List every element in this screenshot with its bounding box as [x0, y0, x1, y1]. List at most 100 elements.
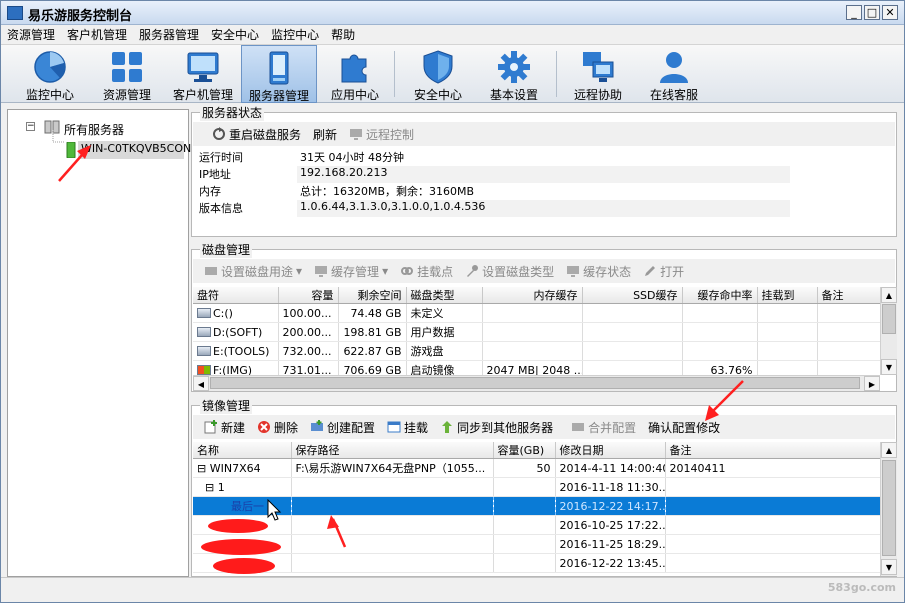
col-mem-cache[interactable]: 内存缓存 — [482, 287, 583, 304]
minimize-button[interactable]: _ — [846, 5, 862, 20]
col-note[interactable]: 备注 — [817, 287, 880, 304]
toolbar-resource-button[interactable]: 资源管理 — [89, 45, 165, 103]
remote-control-button[interactable]: 远程控制 — [344, 126, 419, 143]
disk-table-vscroll[interactable]: ▲ ▼ — [880, 287, 897, 375]
col-name[interactable]: 名称 — [193, 442, 292, 459]
col-modified-date[interactable]: 修改日期 — [555, 442, 666, 459]
drive-icon — [197, 326, 211, 337]
menu-bar: 资源管理 客户机管理 服务器管理 安全中心 监控中心 帮助 — [1, 25, 904, 45]
set-disk-usage-button[interactable]: 设置磁盘用途 ▾ — [199, 263, 307, 280]
menu-resource[interactable]: 资源管理 — [1, 26, 61, 43]
cache-status-button[interactable]: 缓存状态 — [561, 263, 636, 280]
server-status-title: 服务器状态 — [200, 104, 265, 121]
scroll-thumb[interactable] — [882, 460, 896, 556]
main-toolbar: 监控中心 资源管理 客户机管理 服务器管理 应用中心 安全中心 基本设置 远程协… — [1, 45, 904, 103]
toolbar-monitor-button[interactable]: 监控中心 — [11, 45, 89, 103]
menu-help[interactable]: 帮助 — [325, 26, 361, 43]
sync-to-servers-button[interactable]: 同步到其他服务器 — [435, 419, 558, 436]
merge-config-button[interactable]: 合并配置 — [566, 419, 641, 436]
remote-screen-icon — [583, 52, 614, 82]
mount-point-button[interactable]: 挂载点 — [395, 263, 458, 280]
maximize-button[interactable]: □ — [864, 5, 880, 20]
set-disk-type-button[interactable]: 设置磁盘类型 — [460, 263, 559, 280]
table-row[interactable]: C:() 100.00... 74.48 GB 未定义 — [193, 303, 880, 323]
disk-toolbar: 设置磁盘用途 ▾ 缓存管理 ▾ 挂载点 设置磁盘类型 缓存状态 打开 — [193, 259, 895, 283]
tree-expand-toggle[interactable]: ⊟ — [197, 462, 206, 475]
title-bar: 易乐游服务控制台 _ □ ✕ — [1, 1, 904, 25]
link-icon — [401, 267, 414, 275]
tree-root-label[interactable]: 所有服务器 — [64, 121, 124, 138]
disk-table-viewport: 盘符 容量 剩余空间 磁盘类型 内存缓存 SSD缓存 缓存命中率 挂载到 备注 … — [193, 287, 880, 375]
col-disk-type[interactable]: 磁盘类型 — [406, 287, 483, 304]
table-row[interactable]: ⊟ 1 2016-11-18 11:30... — [193, 477, 880, 497]
table-row[interactable]: ⊟ WIN7X64 F:\易乐游WIN7X64无盘PNP（1055... 50 … — [193, 458, 880, 478]
cache-management-button[interactable]: 缓存管理 ▾ — [309, 263, 393, 280]
col-capacity[interactable]: 容量 — [278, 287, 339, 304]
scroll-up-arrow[interactable]: ▲ — [881, 442, 897, 458]
menu-server[interactable]: 服务器管理 — [133, 26, 205, 43]
app-icon — [7, 6, 23, 20]
col-hit-rate[interactable]: 缓存命中率 — [682, 287, 758, 304]
toolbar-server-button[interactable]: 服务器管理 — [241, 45, 317, 103]
col-save-path[interactable]: 保存路径 — [291, 442, 494, 459]
scroll-up-arrow[interactable]: ▲ — [881, 287, 897, 303]
image-table-vscroll[interactable]: ▲ ▼ — [880, 442, 897, 576]
toolbar-remote-button[interactable]: 远程协助 — [561, 45, 635, 103]
scroll-down-arrow[interactable]: ▼ — [881, 559, 897, 575]
scroll-left-arrow[interactable]: ◀ — [193, 376, 209, 391]
table-row[interactable]: D:(SOFT) 200.00... 198.81 GB 用户数据 — [193, 322, 880, 342]
open-button[interactable]: 打开 — [638, 263, 689, 280]
toolbar-support-button[interactable]: 在线客服 — [637, 45, 711, 103]
redaction-mark — [213, 558, 275, 574]
tree-node-server[interactable]: WIN-C0TKQVB5CON — [78, 141, 191, 159]
delete-button[interactable]: 删除 — [252, 419, 303, 436]
menu-monitor[interactable]: 监控中心 — [265, 26, 325, 43]
scroll-down-arrow[interactable]: ▼ — [881, 359, 897, 375]
create-config-button[interactable]: 创建配置 — [305, 419, 380, 436]
mount-button[interactable]: 挂载 — [382, 419, 433, 436]
tree-expand-toggle[interactable]: ⊟ — [205, 481, 214, 494]
status-row-ip: IP地址 192.168.20.213 — [197, 166, 790, 183]
menu-security[interactable]: 安全中心 — [205, 26, 265, 43]
watermark-text: 583go.com — [827, 581, 896, 594]
grid-icon — [112, 52, 142, 82]
delete-icon — [258, 421, 271, 433]
table-row[interactable]: 2016-12-22 13:45... — [193, 553, 880, 573]
col-mount-to[interactable]: 挂载到 — [757, 287, 818, 304]
table-row[interactable]: F:(IMG) 731.01... 706.69 GB 启动镜像 2047 MB| … — [193, 360, 880, 375]
table-row-selected[interactable]: 最后一 2016-12-22 14:17... — [193, 496, 880, 516]
disk-table-hscroll[interactable]: ◀ ▶ — [193, 375, 880, 391]
table-row[interactable]: E:(TOOLS) 732.00... 622.87 GB 游戏盘 — [193, 341, 880, 361]
tree-collapse-toggle[interactable]: − — [26, 122, 35, 131]
client-area: − 所有服务器 WIN-C0TKQVB5CON 服务器状态 重启磁盘服务 刷新 — [1, 103, 904, 577]
scroll-thumb[interactable] — [210, 377, 860, 389]
toolbar-app-button[interactable]: 应用中心 — [319, 45, 391, 103]
confirm-config-change-button[interactable]: 确认配置修改 — [643, 419, 725, 436]
scroll-right-arrow[interactable]: ▶ — [864, 376, 880, 391]
col-drive[interactable]: 盘符 — [193, 287, 279, 304]
mount-icon — [387, 421, 401, 433]
config-icon — [311, 420, 324, 431]
col-size[interactable]: 容量(GB) — [493, 442, 556, 459]
scroll-thumb[interactable] — [882, 304, 896, 334]
image-management-title: 镜像管理 — [200, 397, 253, 414]
restart-disk-service-button[interactable]: 重启磁盘服务 — [207, 126, 306, 143]
col-ssd-cache[interactable]: SSD缓存 — [582, 287, 683, 304]
gear-icon — [498, 51, 530, 83]
col-free-space[interactable]: 剩余空间 — [338, 287, 407, 304]
new-button[interactable]: 新建 — [199, 419, 250, 436]
add-icon — [204, 420, 217, 434]
toolbar-client-button[interactable]: 客户机管理 — [165, 45, 241, 103]
status-row-version: 版本信息 1.0.6.44,3.1.3.0,3.1.0.0,1.0.4.536 — [197, 200, 790, 217]
pie-chart-icon — [34, 51, 66, 83]
status-row-uptime: 运行时间 31天 04小时 48分钟 — [199, 151, 404, 164]
toolbar-security-button[interactable]: 安全中心 — [401, 45, 475, 103]
close-button[interactable]: ✕ — [882, 5, 898, 20]
wrench-icon — [467, 265, 479, 277]
toolbar-settings-button[interactable]: 基本设置 — [477, 45, 551, 103]
menu-client[interactable]: 客户机管理 — [61, 26, 133, 43]
table-row[interactable]: 2016-11-25 18:29... — [193, 534, 880, 554]
col-remark[interactable]: 备注 — [665, 442, 880, 459]
refresh-button[interactable]: 刷新 — [308, 126, 342, 143]
table-row[interactable]: 2016-10-25 17:22... — [193, 515, 880, 535]
